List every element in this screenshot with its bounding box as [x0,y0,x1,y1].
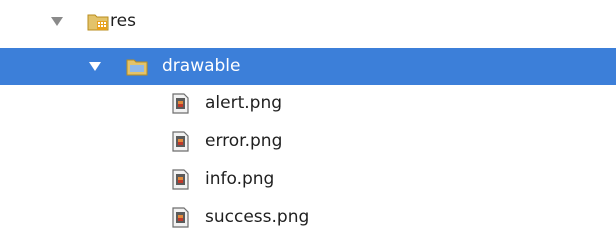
image-file-icon [172,131,189,152]
tree-node-file[interactable]: alert.png [0,85,616,122]
tree-node-drawable[interactable]: drawable [0,48,616,85]
tree-node-file[interactable]: info.png [0,161,616,198]
image-file-icon [172,93,189,114]
tree-node-file[interactable]: success.png [0,199,616,236]
tree-node-label: info.png [205,169,275,189]
image-file-icon [172,207,189,228]
tree-node-res[interactable]: res [0,3,616,40]
project-tree: res drawable alert.png error.png info.pn… [0,0,616,240]
tree-node-label: error.png [205,131,283,151]
folder-icon [126,57,148,77]
tree-node-label: success.png [205,207,310,227]
tree-node-file[interactable]: error.png [0,123,616,160]
resource-folder-icon [87,12,109,32]
tree-node-label: res [110,11,136,31]
tree-node-label: drawable [162,56,241,76]
tree-node-label: alert.png [205,93,283,113]
expand-arrow-icon[interactable] [89,62,101,71]
expand-arrow-icon[interactable] [51,17,63,26]
image-file-icon [172,169,189,190]
